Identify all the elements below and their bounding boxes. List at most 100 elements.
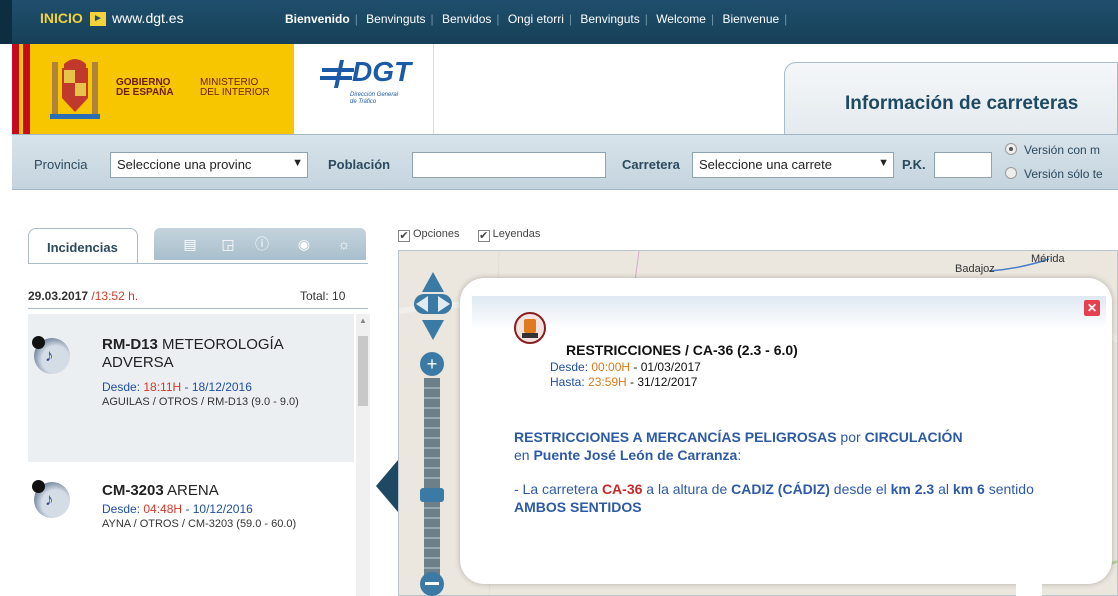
pk-input[interactable]: [934, 152, 992, 178]
svg-text:+: +: [427, 354, 438, 374]
incident-type: ARENA: [167, 482, 219, 499]
provincia-select-value: Seleccione una provinc: [117, 157, 252, 172]
tab-divider: [28, 263, 368, 264]
lang-link-bienvenue[interactable]: Bienvenue: [722, 12, 779, 26]
detail-km-start: km 2.3: [890, 481, 935, 497]
leyendas-checkbox[interactable]: ✔: [477, 230, 490, 242]
carretera-select[interactable]: Seleccione una carrete ▼: [692, 152, 894, 178]
popup-hasta-time: 23:59H: [588, 375, 627, 389]
desde-time: 18:11H: [143, 380, 182, 394]
panel-sign-icon[interactable]: ▤: [180, 235, 200, 253]
scroll-thumb[interactable]: [358, 336, 368, 406]
incidents-panel: Incidencias ▤ ◲ ⓘ ◉ ☼ 29.03.2017 /13:52 …: [12, 190, 372, 596]
lang-link-ongi-etorri[interactable]: Ongi etorri: [508, 12, 564, 26]
incident-code: CM-3203: [102, 482, 164, 499]
list-scrollbar[interactable]: ▲: [356, 314, 370, 596]
current-date: 29.03.2017 /13:52 h.: [28, 289, 138, 303]
list-item[interactable]: ♪ CM-3203 ARENA Desde: 04:48H - 10/12/20…: [28, 462, 354, 592]
dgt-subtitle: Dirección General de Tráfico: [350, 92, 399, 105]
weather-incident-icon: ♪: [32, 336, 70, 374]
sensor-icon[interactable]: ◉: [294, 235, 314, 253]
popup-detail: - La carretera CA-36 a la altura de CADI…: [514, 480, 1074, 516]
zoom-control[interactable]: +: [416, 350, 448, 596]
pan-up-icon[interactable]: [422, 272, 444, 292]
popup-desde-time: 00:00H: [591, 360, 631, 374]
version-map-radio[interactable]: [1005, 143, 1017, 155]
desc-text: en: [514, 447, 534, 463]
incident-title: RM-D13 METEOROLOGÍA ADVERSA: [102, 336, 332, 372]
list-divider: [28, 308, 368, 309]
section-tab: Información de carreteras: [784, 62, 1118, 134]
opciones-checkbox[interactable]: ✔: [398, 230, 410, 242]
lang-link-welcome[interactable]: Welcome: [656, 12, 706, 26]
incident-code: RM-D13: [102, 336, 158, 353]
incident-title: CM-3203 ARENA: [102, 482, 332, 500]
dgt-logo[interactable]: DGT Dirección General de Tráfico: [294, 44, 434, 134]
weather-incident-icon: ♪: [32, 480, 70, 518]
panel-tab-icons: ▤ ◲ ⓘ ◉ ☼: [154, 228, 366, 260]
popup-hasta-label: Hasta:: [550, 375, 589, 389]
desc-text: por: [836, 429, 865, 445]
version-map-label: Versión con m: [1024, 143, 1101, 157]
weather-icon[interactable]: ☼: [334, 235, 354, 253]
lang-link-benvinguts-2[interactable]: Benvinguts: [580, 12, 639, 26]
collapse-panel-arrow[interactable]: [376, 460, 398, 512]
provincia-select[interactable]: Seleccione una provinc ▼: [110, 152, 308, 178]
detail-road: CA-36: [601, 481, 643, 497]
header: GOBIERNO DE ESPAÑA MINISTERIO DEL INTERI…: [12, 44, 1118, 134]
popup-desde-label: Desde:: [550, 360, 592, 374]
desde-date: - 18/12/2016: [181, 380, 252, 394]
zoom-slider-thumb[interactable]: [420, 488, 444, 502]
poblacion-input[interactable]: [412, 152, 606, 178]
section-title: Información de carreteras: [845, 93, 1079, 114]
desde-label: Desde:: [102, 502, 144, 516]
ministerio-text: MINISTERIO DEL INTERIOR: [200, 77, 270, 98]
popup-hasta: Hasta: 23:59H - 31/12/2017: [550, 375, 697, 389]
arrow-right-icon[interactable]: ►: [90, 12, 106, 26]
version-text-radio[interactable]: [1005, 167, 1017, 179]
incident-desde: Desde: 18:11H - 18/12/2016: [102, 380, 252, 394]
popup-hasta-date: - 31/12/2017: [626, 375, 698, 389]
detail-text: al: [934, 481, 953, 497]
camera-icon[interactable]: ◲: [218, 235, 238, 253]
dgt-wordmark: DGT: [352, 56, 412, 87]
popup-tail: [1016, 576, 1042, 596]
scroll-up-icon[interactable]: ▲: [359, 316, 367, 325]
gobierno-logo[interactable]: GOBIERNO DE ESPAÑA MINISTERIO DEL INTERI…: [12, 44, 294, 134]
pan-down-icon[interactable]: [422, 320, 444, 340]
current-time: /13:52 h.: [91, 289, 139, 303]
carretera-label: Carretera: [622, 157, 680, 172]
dropdown-arrow-icon: ▼: [292, 157, 303, 169]
site-link[interactable]: www.dgt.es: [112, 10, 184, 26]
opciones-label: Opciones: [413, 228, 460, 240]
detail-text: a la altura de: [642, 481, 732, 497]
close-icon[interactable]: ✕: [1084, 300, 1100, 316]
filter-bar: Provincia Seleccione una provinc ▼ Pobla…: [12, 134, 1118, 190]
popup-title: RESTRICCIONES / CA-36 (2.3 - 6.0): [566, 342, 798, 358]
popup-description: RESTRICCIONES A MERCANCÍAS PELIGROSAS po…: [514, 428, 1054, 464]
incident-location: AYNA / OTROS / CM-3203 (59.0 - 60.0): [102, 518, 297, 530]
top-bar: INICIO ► www.dgt.es Bienvenido | Benvingu…: [0, 0, 1118, 44]
dropdown-arrow-icon: ▼: [878, 157, 889, 169]
map-pan-control[interactable]: [408, 270, 458, 344]
detail-direction: AMBOS SENTIDOS: [514, 499, 642, 515]
inicio-link[interactable]: INICIO: [40, 10, 83, 26]
version-text-label: Versión sólo te: [1024, 167, 1103, 181]
detail-text: - La carretera: [514, 481, 602, 497]
pk-label: P.K.: [902, 157, 926, 172]
list-item[interactable]: ♪ RM-D13 METEOROLOGÍA ADVERSA Desde: 18:…: [28, 314, 354, 462]
incident-list: ♪ RM-D13 METEOROLOGÍA ADVERSA Desde: 18:…: [28, 310, 354, 596]
detail-text: sentido: [984, 481, 1034, 497]
lang-link-benvinguts[interactable]: Benvinguts: [366, 12, 425, 26]
incident-popup: ✕ RESTRICCIONES / CA-36 (2.3 - 6.0) Desd…: [460, 278, 1112, 584]
dgt-mark-icon: [320, 60, 354, 88]
carretera-select-value: Seleccione una carrete: [699, 157, 832, 172]
tab-incidencias[interactable]: Incidencias: [28, 228, 138, 264]
lang-link-benvidos[interactable]: Benvidos: [442, 12, 491, 26]
detail-km-end: km 6: [952, 481, 985, 497]
map-city-badajoz: Badajoz: [955, 263, 995, 275]
lang-link-bienvenido[interactable]: Bienvenido: [285, 12, 350, 26]
detail-city: CADIZ (CÁDIZ): [731, 481, 830, 497]
info-panel-icon[interactable]: ⓘ: [252, 235, 272, 253]
desc-place: Puente José León de Carranza: [533, 447, 738, 463]
